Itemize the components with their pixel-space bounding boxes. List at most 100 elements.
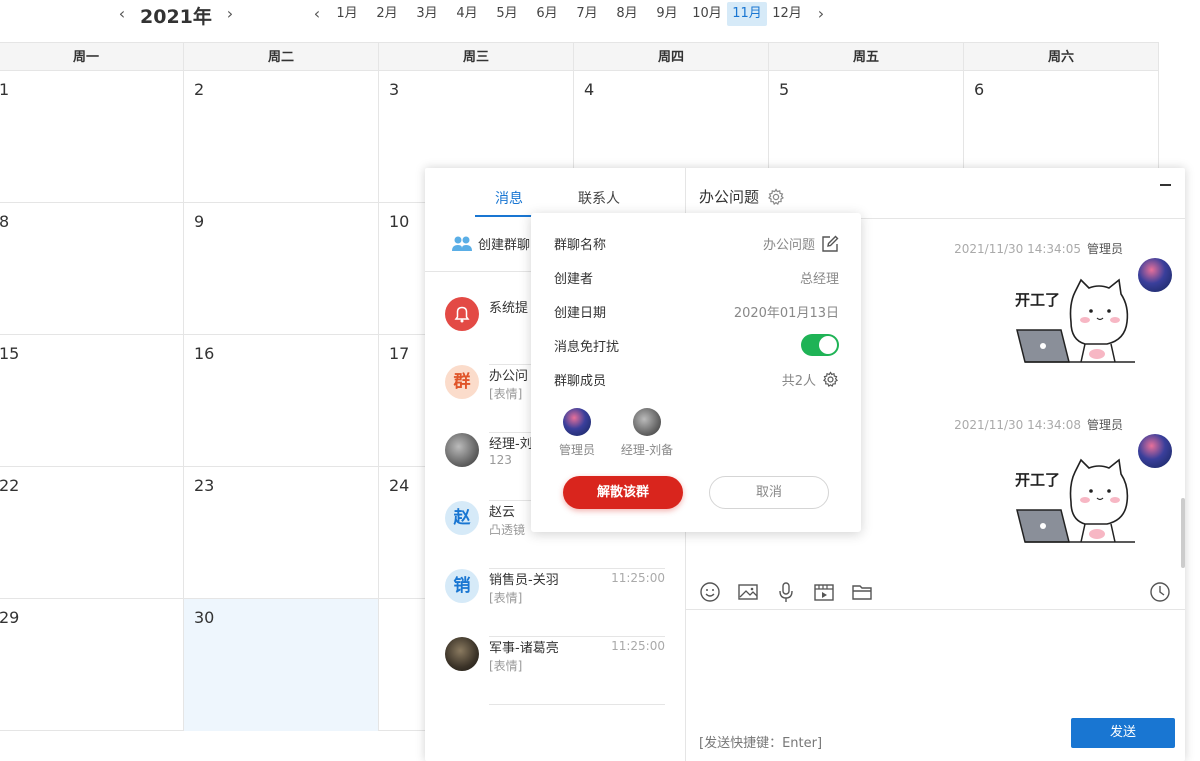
row-label: 创建日期 [554, 306, 607, 321]
edit-icon[interactable] [821, 235, 839, 253]
calendar-day[interactable]: 9 [184, 203, 379, 335]
weekday-tue: 周二 [184, 43, 379, 70]
calendar-nav: ‹ 2021年 › ‹ 1月 2月 3月 4月 5月 6月 7月 8月 9月 1… [0, 0, 1200, 30]
conversation-name: 办公问 [489, 369, 529, 384]
message-input[interactable] [686, 610, 1185, 710]
microphone-icon[interactable] [775, 581, 797, 603]
calendar-day[interactable]: 1 [0, 71, 184, 203]
row-label: 创建者 [554, 272, 594, 287]
compose-toolbar [699, 581, 873, 603]
conversation-name: 赵云 [489, 505, 516, 520]
sticker-image: 开工了 [1015, 458, 1135, 543]
month-8[interactable]: 8月 [607, 2, 647, 26]
message-time: 2021/11/30 14:34:08 [954, 418, 1081, 432]
avatar [563, 408, 591, 436]
group-add-icon [452, 236, 472, 251]
conversation-item-military[interactable]: 军事-诸葛亮 [表情] 11:25:00 [445, 637, 665, 705]
cancel-button[interactable]: 取消 [709, 476, 829, 509]
group-settings-popup: 群聊名称 办公问题 创建者 总经理 创建日期 2020年01月13日 消息免打扰… [531, 213, 861, 532]
calendar-day[interactable]: 29 [0, 599, 184, 731]
row-label: 群聊名称 [554, 238, 607, 253]
send-button[interactable]: 发送 [1071, 718, 1175, 748]
next-year-icon[interactable]: › [222, 4, 238, 24]
month-4[interactable]: 4月 [447, 2, 487, 26]
created-date-row: 创建日期 2020年01月13日 [554, 302, 839, 322]
conversation-preview: [表情] [489, 387, 523, 401]
gear-icon[interactable] [822, 371, 839, 388]
month-10[interactable]: 10月 [687, 2, 727, 26]
conversation-name: 系统提 [489, 301, 529, 316]
weekday-mon: 周一 [0, 43, 184, 70]
month-1[interactable]: 1月 [327, 2, 367, 26]
mute-row: 消息免打扰 [554, 334, 839, 356]
weekday-wed: 周三 [379, 43, 574, 70]
image-icon[interactable] [737, 581, 759, 603]
calendar-day-today[interactable]: 30 [184, 599, 379, 731]
month-11[interactable]: 11月 [727, 2, 767, 26]
message-sender: 管理员 [1086, 418, 1123, 432]
calendar-day[interactable]: 23 [184, 467, 379, 599]
month-7[interactable]: 7月 [567, 2, 607, 26]
calendar-day[interactable]: 2 [184, 71, 379, 203]
group-name-value: 办公问题 [762, 238, 815, 253]
month-12[interactable]: 12月 [767, 2, 807, 26]
calendar-day[interactable]: 15 [0, 335, 184, 467]
row-label: 群聊成员 [554, 374, 607, 389]
row-value: 共2人 [782, 370, 839, 389]
scrollbar-thumb[interactable] [1181, 498, 1185, 568]
emoji-icon[interactable] [699, 581, 721, 603]
month-3[interactable]: 3月 [407, 2, 447, 26]
video-icon[interactable] [813, 581, 835, 603]
prev-year-icon[interactable]: ‹ [114, 4, 130, 24]
members-row: 群聊成员 共2人 [554, 370, 839, 390]
member-item[interactable]: 经理-刘备 [607, 408, 687, 458]
group-avatar: 群 [445, 365, 479, 399]
avatar: 销 [445, 569, 479, 603]
month-5[interactable]: 5月 [487, 2, 527, 26]
conversation-time: 11:25:00 [611, 571, 665, 585]
dissolve-group-button[interactable]: 解散该群 [563, 476, 683, 509]
folder-icon[interactable] [851, 581, 873, 603]
group-name-row: 群聊名称 办公问题 [554, 234, 839, 254]
conversation-preview: [表情] [489, 659, 523, 673]
next-month-icon[interactable]: › [813, 4, 829, 24]
avatar [633, 408, 661, 436]
avatar [1138, 258, 1172, 292]
month-9[interactable]: 9月 [647, 2, 687, 26]
minimize-icon[interactable] [1160, 184, 1171, 186]
row-value: 办公问题 [763, 234, 839, 253]
chat-header: 办公问题 [699, 186, 785, 207]
conversation-time: 11:25:00 [611, 639, 665, 653]
weekday-sat: 周六 [964, 43, 1159, 70]
gear-icon[interactable] [767, 187, 785, 206]
year-label: 2021年 [140, 6, 212, 28]
avatar: 赵 [445, 501, 479, 535]
sticker-image: 开工了 [1015, 278, 1135, 363]
member-count: 共2人 [781, 374, 816, 389]
message-sender: 管理员 [1086, 242, 1123, 256]
mute-toggle[interactable] [801, 334, 839, 356]
conversation-name: 军事-诸葛亮 [489, 641, 559, 656]
conversation-preview: 123 [489, 453, 512, 467]
month-6[interactable]: 6月 [527, 2, 567, 26]
sticker-text: 开工了 [1015, 471, 1060, 489]
calendar-day[interactable]: 16 [184, 335, 379, 467]
tab-contacts[interactable]: 联系人 [578, 188, 620, 208]
chat-title: 办公问题 [699, 188, 760, 206]
month-list: 1月 2月 3月 4月 5月 6月 7月 8月 9月 10月 11月 12月 [327, 2, 807, 26]
create-group-button[interactable]: 创建群聊 [451, 234, 530, 253]
calendar-day[interactable]: 8 [0, 203, 184, 335]
prev-month-icon[interactable]: ‹ [309, 4, 325, 24]
tab-messages[interactable]: 消息 [495, 188, 523, 208]
bell-icon [445, 297, 479, 331]
avatar [1138, 434, 1172, 468]
sticker-text: 开工了 [1015, 291, 1060, 309]
conversation-preview: [表情] [489, 591, 523, 605]
conversation-item-sales[interactable]: 销 销售员-关羽 [表情] 11:25:00 [445, 569, 665, 637]
member-item[interactable]: 管理员 [537, 408, 617, 458]
month-2[interactable]: 2月 [367, 2, 407, 26]
clock-icon[interactable] [1149, 581, 1171, 603]
creator-row: 创建者 总经理 [554, 268, 839, 288]
calendar-day[interactable]: 22 [0, 467, 184, 599]
conversation-name: 销售员-关羽 [489, 573, 559, 588]
